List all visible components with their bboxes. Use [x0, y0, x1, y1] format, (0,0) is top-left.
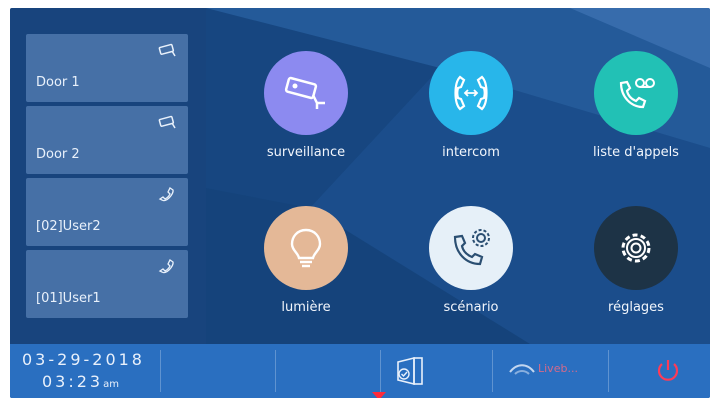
door-unlock-icon[interactable] [392, 352, 428, 388]
shortcut-column: Door 1 Door 2 [02]User2 [01]User1 [10, 8, 206, 344]
camera-icon [158, 43, 176, 57]
intercom-screen: Door 1 Door 2 [02]User2 [01]User1 survei… [10, 8, 710, 398]
divider [608, 350, 609, 392]
app-settings[interactable]: réglages [576, 206, 696, 316]
bulb-icon [290, 228, 322, 268]
time-value: 03:23 [42, 372, 104, 391]
tile-door-2[interactable]: Door 2 [26, 106, 188, 174]
intercom-icon [454, 75, 488, 111]
app-intercom[interactable]: intercom [411, 51, 531, 161]
app-label: lumière [281, 300, 331, 315]
status-bar: 03-29-2018 03:23am Liveb... [10, 344, 710, 398]
tile-label: Door 1 [36, 75, 80, 90]
divider [380, 350, 381, 392]
tile-label: [01]User1 [36, 291, 101, 306]
surveillance-circle [264, 51, 348, 135]
tile-user-1[interactable]: [01]User1 [26, 250, 188, 318]
app-label: intercom [442, 145, 500, 160]
app-scenario[interactable]: scénario [411, 206, 531, 316]
camera-icon [158, 115, 176, 129]
divider [492, 350, 493, 392]
scenario-circle [429, 206, 513, 290]
divider [160, 350, 161, 392]
phone-icon [158, 187, 174, 202]
settings-circle [594, 206, 678, 290]
app-lights[interactable]: lumière [246, 206, 366, 316]
time-display: 03:23am [42, 372, 119, 391]
call-list-circle [594, 51, 678, 135]
page-indicator-arrow [372, 392, 386, 398]
app-label: scénario [443, 300, 499, 315]
app-label: surveillance [266, 145, 346, 160]
app-label: réglages [608, 300, 664, 315]
intercom-circle [429, 51, 513, 135]
app-label: liste d'appels [593, 145, 679, 160]
ampm-label: am [103, 379, 119, 390]
tile-label: [02]User2 [36, 219, 101, 234]
tile-label: Door 2 [36, 147, 80, 162]
divider [275, 350, 276, 392]
network-status: Liveb... [538, 362, 578, 375]
power-icon[interactable] [654, 356, 682, 384]
app-call-list[interactable]: liste d'appels [576, 51, 696, 161]
tile-door-1[interactable]: Door 1 [26, 34, 188, 102]
date-display: 03-29-2018 [22, 350, 145, 369]
scenario-icon [453, 229, 490, 266]
camera-icon [284, 76, 325, 109]
lights-circle [264, 206, 348, 290]
tile-user-2[interactable]: [02]User2 [26, 178, 188, 246]
voicemail-icon [619, 78, 655, 109]
wifi-icon [509, 364, 535, 375]
app-surveillance[interactable]: surveillance [246, 51, 366, 161]
phone-icon [158, 259, 174, 274]
gear-icon [621, 233, 651, 263]
